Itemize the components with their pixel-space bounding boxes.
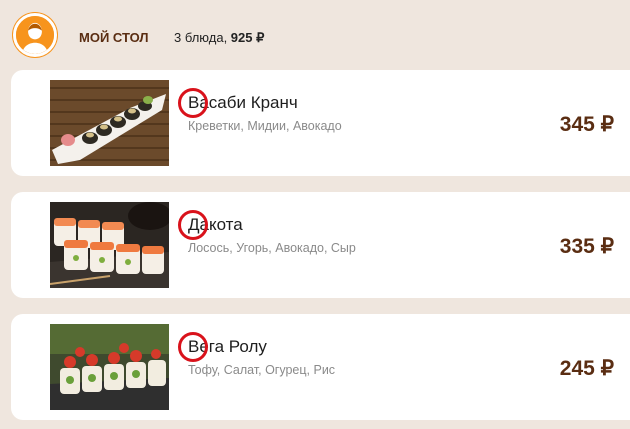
dish-ingredients: Тофу, Салат, Огурец, Рис <box>188 363 336 377</box>
order-total: 925 ₽ <box>230 30 265 45</box>
list-item[interactable]: Васаби Кранч Креветки, Мидии, Авокадо 34… <box>11 70 630 176</box>
dish-image <box>50 80 169 166</box>
highlight-circle-annotation <box>178 332 208 362</box>
dish-ingredients: Креветки, Мидии, Авокадо <box>188 119 342 133</box>
header: МОЙ СТОЛ 3 блюда, 925 ₽ <box>0 0 630 70</box>
list-item[interactable]: Вега Ролу Тофу, Салат, Огурец, Рис 245 ₽ <box>11 314 630 420</box>
dish-price: 345 ₽ <box>559 113 614 136</box>
dish-price: 245 ₽ <box>559 357 614 380</box>
user-avatar-icon[interactable] <box>13 13 57 57</box>
item-count: 3 блюда, <box>174 30 231 45</box>
dish-price: 335 ₽ <box>559 235 614 258</box>
highlight-circle-annotation <box>178 210 208 240</box>
highlight-circle-annotation <box>178 88 208 118</box>
list-item[interactable]: Дакота Лосось, Угорь, Авокадо, Сыр 335 ₽ <box>11 192 630 298</box>
dish-image <box>50 324 169 410</box>
dish-image <box>50 202 169 288</box>
dish-ingredients: Лосось, Угорь, Авокадо, Сыр <box>188 241 356 255</box>
page-title: МОЙ СТОЛ <box>79 30 149 45</box>
order-summary: 3 блюда, 925 ₽ <box>174 30 264 46</box>
